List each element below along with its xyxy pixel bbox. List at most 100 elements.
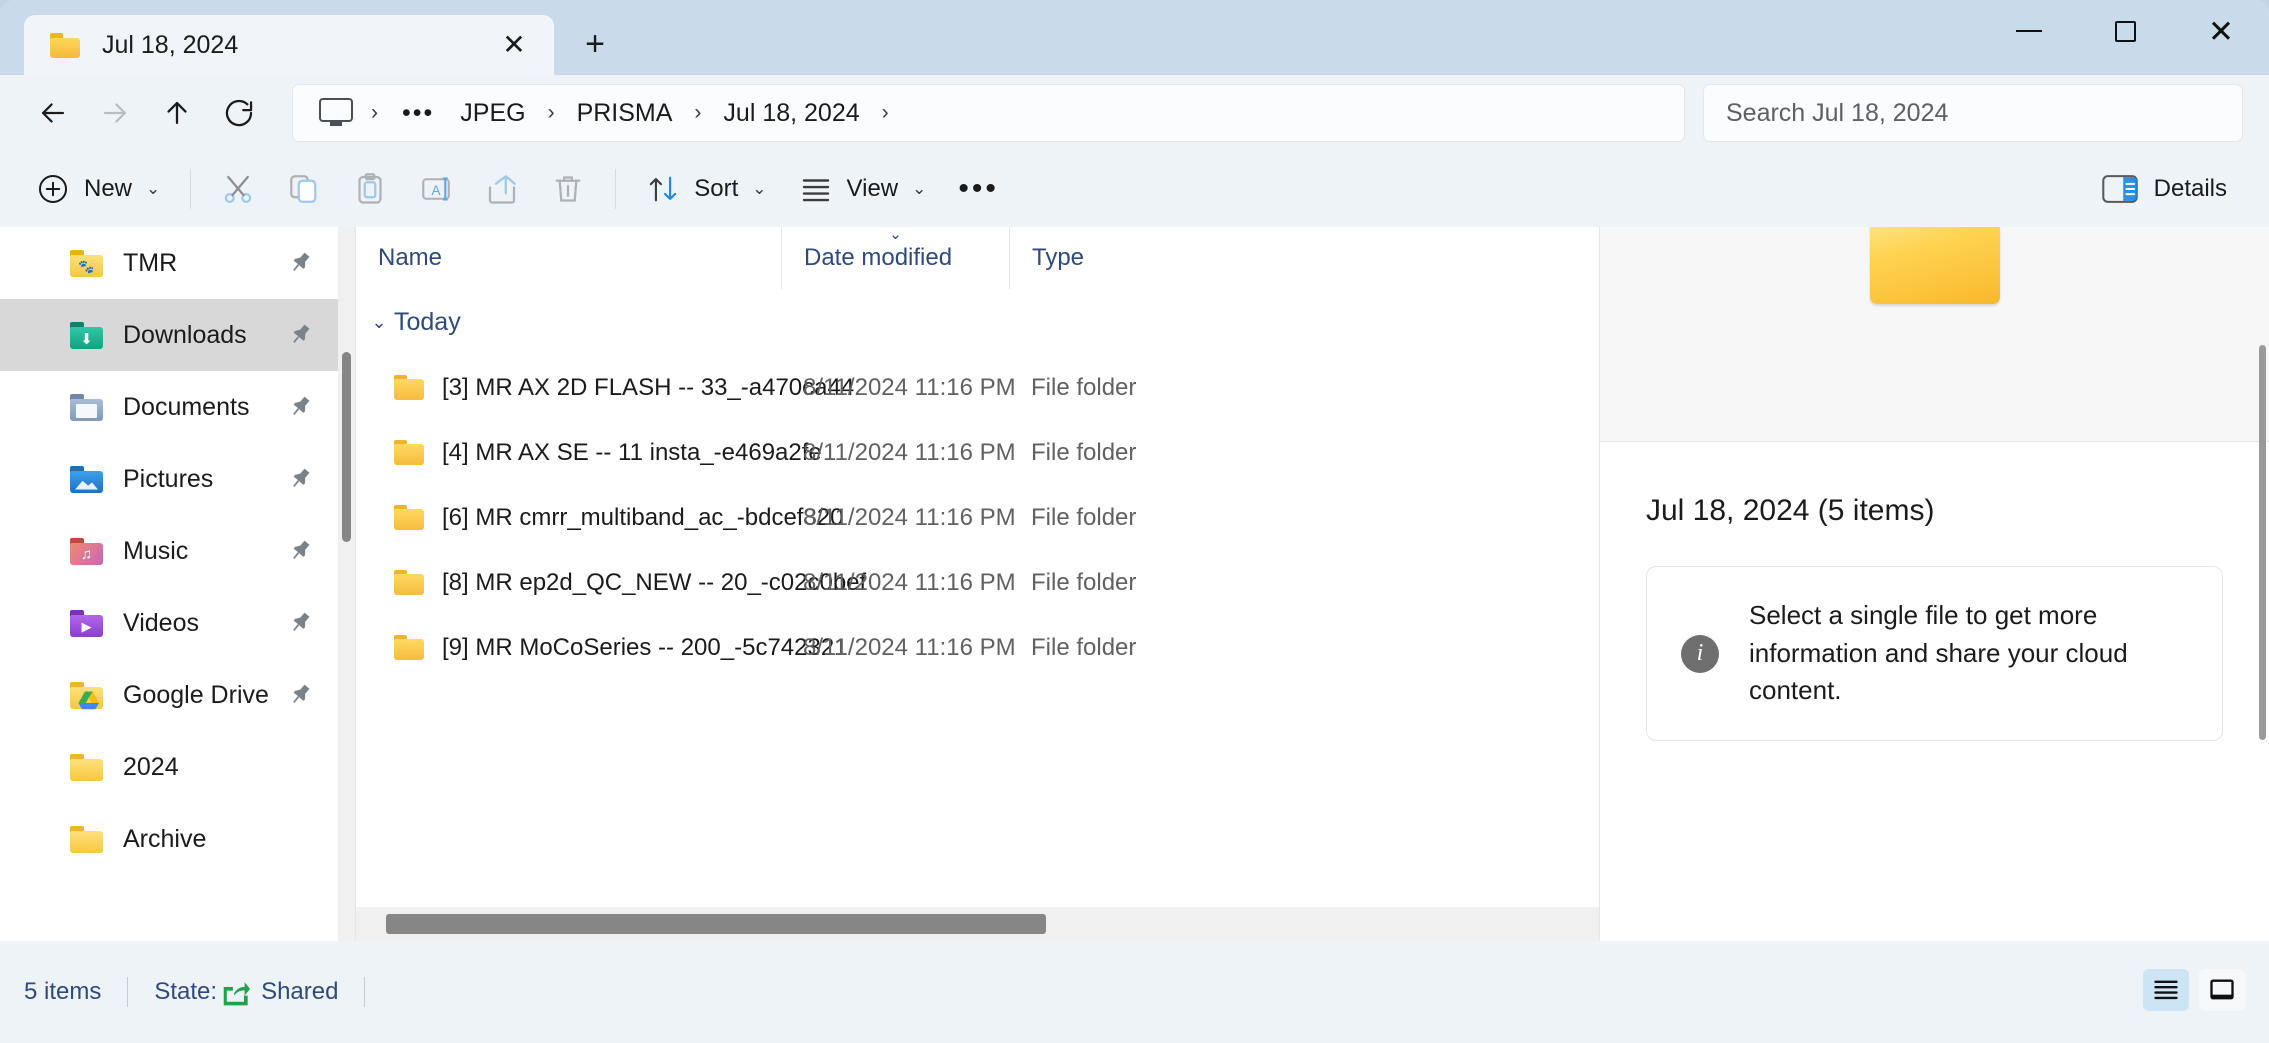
- documents-icon: [70, 394, 103, 421]
- view-button[interactable]: View ⌄: [783, 161, 943, 217]
- sidebar-item-downloads[interactable]: ⬇ Downloads: [0, 299, 355, 371]
- sidebar-item-music[interactable]: ♫ Music: [0, 515, 355, 587]
- close-button[interactable]: ✕: [2173, 0, 2269, 62]
- file-name-cell: [8] MR ep2d_QC_NEW -- 20_-c02c0bef: [356, 569, 781, 597]
- sidebar-item-label: Google Drive: [123, 681, 269, 710]
- folder-icon: [70, 754, 103, 781]
- sidebar-item-documents[interactable]: Documents: [0, 371, 355, 443]
- divider: [364, 977, 365, 1007]
- sidebar-item-2024[interactable]: 2024: [0, 731, 355, 803]
- new-tab-button[interactable]: +: [568, 17, 622, 71]
- tab-jul-18-2024[interactable]: Jul 18, 2024 ✕: [24, 15, 554, 75]
- pin-icon[interactable]: [287, 394, 313, 420]
- table-row[interactable]: [4] MR AX SE -- 11 insta_-e469a2fe 8/11/…: [356, 420, 1599, 485]
- item-count: 5 items: [24, 978, 101, 1006]
- file-type: File folder: [1009, 374, 1209, 402]
- share-icon: [221, 979, 251, 1006]
- view-list-button[interactable]: [2143, 969, 2189, 1011]
- sidebar-scrollbar-thumb[interactable]: [342, 352, 351, 542]
- details-scrollbar-thumb[interactable]: [2259, 345, 2266, 740]
- file-name-cell: [9] MR MoCoSeries -- 200_-5c742321: [356, 634, 781, 662]
- file-date: 8/11/2024 11:16 PM: [781, 374, 1009, 402]
- cut-button[interactable]: [205, 161, 271, 217]
- rename-button[interactable]: A: [403, 161, 469, 217]
- titlebar: Jul 18, 2024 ✕ + ✕: [0, 0, 2269, 75]
- monitor-icon[interactable]: [319, 98, 353, 128]
- pin-icon[interactable]: [287, 466, 313, 492]
- column-header-date-label: Date modified: [804, 244, 952, 272]
- breadcrumb[interactable]: › ••• JPEG › PRISMA › Jul 18, 2024 ›: [292, 84, 1685, 142]
- chevron-down-icon: ⌄: [364, 312, 394, 333]
- delete-button[interactable]: [535, 161, 601, 217]
- back-button[interactable]: [22, 82, 84, 144]
- command-bar: New ⌄ A: [0, 151, 2269, 227]
- search-input[interactable]: Search Jul 18, 2024: [1703, 84, 2243, 142]
- table-row[interactable]: [8] MR ep2d_QC_NEW -- 20_-c02c0bef 8/11/…: [356, 550, 1599, 615]
- folder-icon: [394, 635, 424, 660]
- chevron-down-icon: ⌄: [752, 179, 766, 199]
- breadcrumb-item-prisma[interactable]: PRISMA: [565, 95, 685, 132]
- table-row[interactable]: [3] MR AX 2D FLASH -- 33_-a470ca44 8/11/…: [356, 355, 1599, 420]
- paste-button[interactable]: [337, 161, 403, 217]
- folder-icon: [50, 33, 80, 58]
- google-drive-icon: [70, 682, 103, 709]
- sidebar-item-label: Videos: [123, 609, 199, 638]
- details-pane: Jul 18, 2024 (5 items) i Select a single…: [1599, 227, 2269, 941]
- pin-icon[interactable]: [287, 538, 313, 564]
- group-header-today[interactable]: ⌄ Today: [356, 289, 1599, 355]
- breadcrumb-item-jul-18-2024[interactable]: Jul 18, 2024: [711, 95, 871, 132]
- pin-icon[interactable]: [287, 250, 313, 276]
- up-button[interactable]: [146, 82, 208, 144]
- view-button-label: View: [847, 175, 899, 203]
- more-options-button[interactable]: •••: [942, 161, 1015, 217]
- horizontal-scrollbar-thumb[interactable]: [386, 914, 1046, 934]
- details-info-card: i Select a single file to get more infor…: [1646, 566, 2223, 741]
- tab-strip: Jul 18, 2024 ✕ +: [0, 0, 622, 75]
- view-tiles-button[interactable]: [2199, 969, 2245, 1011]
- new-button-label: New: [84, 175, 132, 203]
- horizontal-scrollbar-track[interactable]: [356, 907, 1599, 941]
- pin-icon[interactable]: [287, 610, 313, 636]
- preview-thumbnail: [1600, 227, 2269, 442]
- chevron-down-icon: ⌄: [912, 179, 926, 199]
- refresh-button[interactable]: [208, 82, 270, 144]
- sidebar-item-label: Downloads: [123, 321, 247, 350]
- folder-icon: [394, 570, 424, 595]
- sidebar-item-google-drive[interactable]: Google Drive: [0, 659, 355, 731]
- sidebar-scrollbar-track[interactable]: [338, 227, 355, 941]
- share-button[interactable]: [469, 161, 535, 217]
- file-name-cell: [4] MR AX SE -- 11 insta_-e469a2fe: [356, 439, 781, 467]
- group-header-label: Today: [394, 308, 461, 337]
- pin-icon[interactable]: [287, 322, 313, 348]
- info-icon: i: [1681, 635, 1719, 673]
- pin-icon[interactable]: [287, 682, 313, 708]
- maximize-button[interactable]: [2077, 0, 2173, 62]
- file-date: 8/11/2024 11:16 PM: [781, 439, 1009, 467]
- breadcrumb-overflow[interactable]: •••: [388, 95, 448, 132]
- sidebar-item-label: Documents: [123, 393, 249, 422]
- column-header-date-modified[interactable]: ⌄ Date modified: [781, 227, 1009, 289]
- sort-button-label: Sort: [694, 175, 738, 203]
- breadcrumb-separator: ›: [872, 101, 899, 125]
- column-header-type[interactable]: Type: [1009, 227, 1209, 289]
- sidebar-item-archive[interactable]: Archive: [0, 803, 355, 875]
- sidebar-item-label: TMR: [123, 249, 177, 278]
- pictures-icon: [70, 466, 103, 493]
- sidebar-item-tmr[interactable]: 🐾 TMR: [0, 227, 355, 299]
- table-row[interactable]: [6] MR cmrr_multiband_ac_-bdcef320 8/11/…: [356, 485, 1599, 550]
- sidebar-item-videos[interactable]: ▶ Videos: [0, 587, 355, 659]
- column-header-name[interactable]: Name: [356, 227, 781, 289]
- sidebar-item-label: Archive: [123, 825, 206, 854]
- minimize-button[interactable]: [1981, 0, 2077, 62]
- breadcrumb-item-jpeg[interactable]: JPEG: [448, 95, 537, 132]
- table-row[interactable]: [9] MR MoCoSeries -- 200_-5c742321 8/11/…: [356, 615, 1599, 680]
- close-icon[interactable]: ✕: [492, 23, 536, 67]
- sort-button[interactable]: Sort ⌄: [630, 161, 782, 217]
- copy-button[interactable]: [271, 161, 337, 217]
- forward-button[interactable]: [84, 82, 146, 144]
- details-button[interactable]: Details: [2086, 161, 2243, 217]
- new-button[interactable]: New ⌄: [20, 161, 176, 217]
- sidebar-item-pictures[interactable]: Pictures: [0, 443, 355, 515]
- divider: [615, 169, 616, 209]
- file-date: 8/11/2024 11:16 PM: [781, 634, 1009, 662]
